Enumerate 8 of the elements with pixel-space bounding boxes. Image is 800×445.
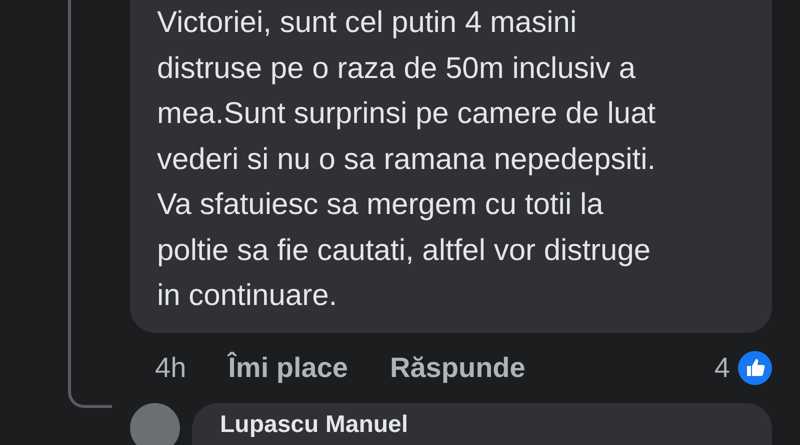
comment-action[interactable]: Îmi place bbox=[228, 346, 348, 388]
like-icon bbox=[738, 350, 772, 384]
reply-author[interactable]: Lupascu Manuel bbox=[220, 410, 408, 438]
comment-action[interactable]: Răspunde bbox=[390, 346, 526, 388]
comment-text: Victoriei, sunt cel putin 4 masini distruse pe o raza de 50m inclusiv a mea.Sunt surprinsi pe camere de luat vederi si nu o sa ramana nepedepsiti. Va sfatuiesc sa mergem cu totii la poltie sa fie cautati, altfel vor distruge in continuare. bbox=[157, 5, 657, 314]
comment-time: 4h bbox=[155, 350, 186, 384]
reaction-count: 4 bbox=[714, 350, 730, 384]
avatar bbox=[130, 402, 180, 445]
